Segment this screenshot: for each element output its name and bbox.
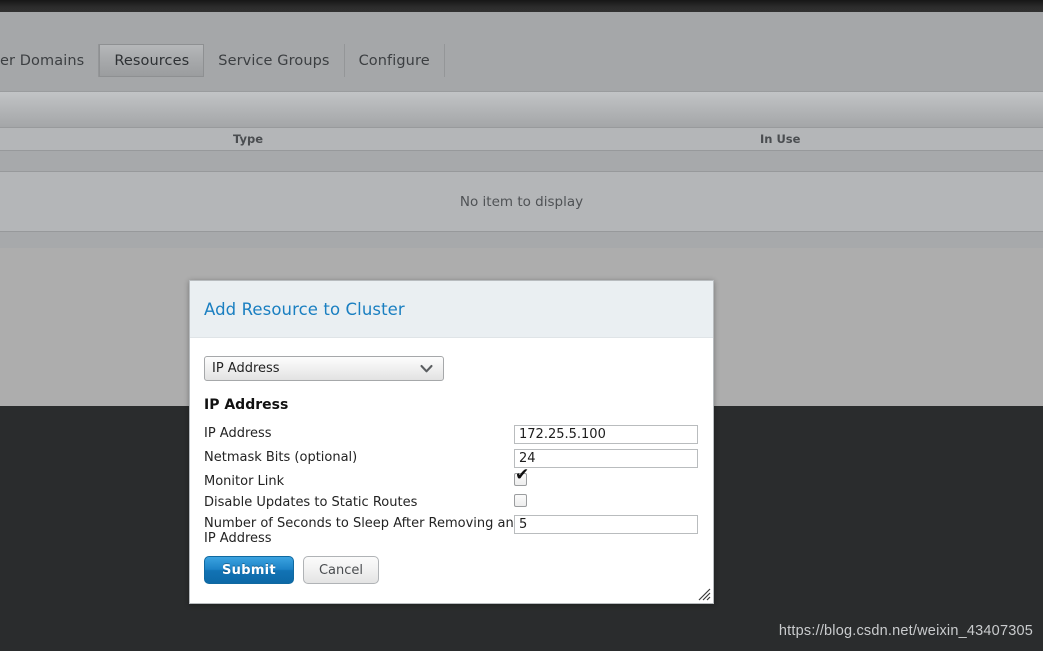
resource-type-select[interactable]: IP Address xyxy=(204,356,444,381)
nav-tab-label: Service Groups xyxy=(218,52,330,69)
nav-tab-configure[interactable]: Configure xyxy=(345,44,445,77)
field-control xyxy=(514,449,699,468)
checkmark-icon: ✔ xyxy=(515,465,530,485)
table-filter-row xyxy=(0,151,1043,172)
dialog-button-bar: Submit Cancel xyxy=(204,556,379,584)
field-label: Number of Seconds to Sleep After Removin… xyxy=(204,516,514,546)
nav-tab-service-groups[interactable]: Service Groups xyxy=(204,44,345,77)
section-heading: IP Address xyxy=(204,397,289,413)
form-row-netmask-bits: Netmask Bits (optional) xyxy=(204,449,699,468)
cancel-button-label: Cancel xyxy=(318,562,363,578)
form-row-disable-static-routes: Disable Updates to Static Routes xyxy=(204,494,699,511)
nav-tab-resources[interactable]: Resources xyxy=(99,44,205,77)
field-label: Monitor Link xyxy=(204,474,285,489)
field-label: Disable Updates to Static Routes xyxy=(204,495,418,510)
form-row-sleep-seconds: Number of Seconds to Sleep After Removin… xyxy=(204,515,699,546)
resource-type-selected-value: IP Address xyxy=(212,361,280,376)
form-row-monitor-link: Monitor Link ✔ xyxy=(204,467,699,490)
disable-static-routes-checkbox[interactable] xyxy=(514,494,527,507)
monitor-link-checkbox[interactable]: ✔ xyxy=(514,467,529,486)
field-control xyxy=(514,494,699,511)
field-label: IP Address xyxy=(204,426,272,441)
table-header-row: Type In Use xyxy=(0,128,1043,151)
dialog-body: IP Address IP Address IP Address Netmask… xyxy=(190,338,713,546)
field-control xyxy=(514,425,699,444)
nav-tab-label: Configure xyxy=(358,52,430,69)
primary-navigation-bar: er Domains Resources Service Groups Conf… xyxy=(0,12,1043,92)
column-header-type[interactable]: Type xyxy=(233,132,263,146)
dialog-title: Add Resource to Cluster xyxy=(204,299,405,319)
toolbar-band xyxy=(0,92,1043,128)
resources-table: Type In Use No item to display xyxy=(0,128,1043,248)
dialog-titlebar: Add Resource to Cluster xyxy=(190,281,713,338)
cancel-button[interactable]: Cancel xyxy=(302,556,379,584)
field-control: ✔ xyxy=(514,467,699,490)
table-footer-row xyxy=(0,232,1043,248)
add-resource-dialog: Add Resource to Cluster IP Address IP Ad… xyxy=(189,280,714,604)
navigation-tab-list: er Domains Resources Service Groups Conf… xyxy=(0,44,445,77)
window-chrome-bar xyxy=(0,0,1043,12)
nav-tab-label: Resources xyxy=(114,52,190,69)
chevron-down-icon xyxy=(420,364,433,373)
nav-tab-label: er Domains xyxy=(0,52,85,69)
watermark-text: https://blog.csdn.net/weixin_43407305 xyxy=(778,623,1033,639)
submit-button-label: Submit xyxy=(222,562,276,578)
field-label: Netmask Bits (optional) xyxy=(204,450,358,465)
empty-state-message: No item to display xyxy=(459,193,584,210)
field-control xyxy=(514,515,699,534)
netmask-bits-input[interactable] xyxy=(514,449,698,468)
table-empty-state: No item to display xyxy=(0,172,1043,232)
form-row-ip-address: IP Address xyxy=(204,425,699,444)
ip-address-input[interactable] xyxy=(514,425,698,444)
sleep-seconds-input[interactable] xyxy=(514,515,698,534)
column-header-in-use[interactable]: In Use xyxy=(760,132,800,146)
nav-tab-failover-domains[interactable]: er Domains xyxy=(0,44,100,77)
submit-button[interactable]: Submit xyxy=(204,556,294,584)
resize-grip-icon[interactable] xyxy=(698,588,711,601)
